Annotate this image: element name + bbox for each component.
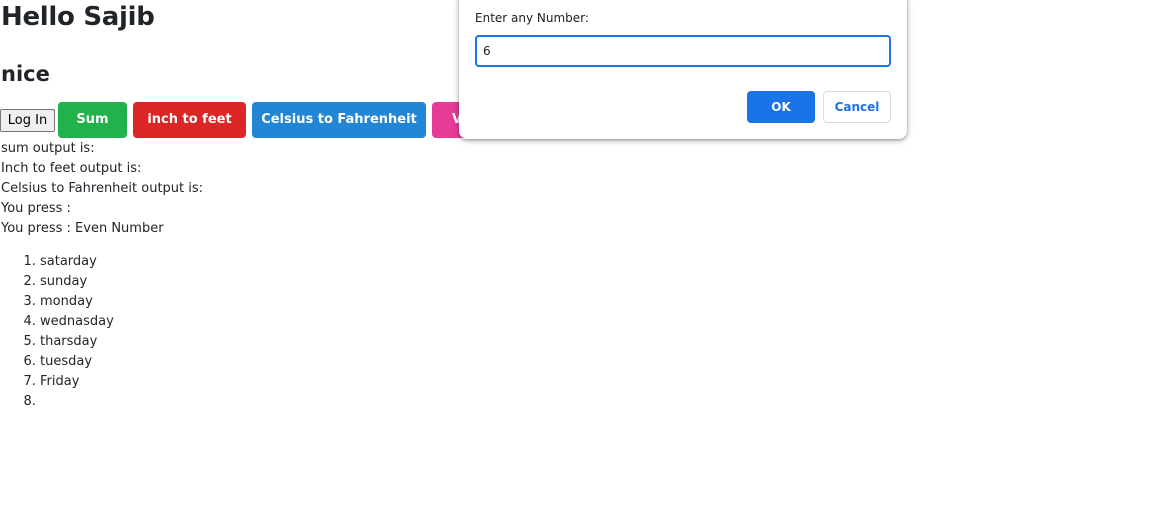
prompt-dialog: Enter any Number: OK Cancel [459,0,907,139]
list-item [40,392,114,412]
list-item: tharsday [40,332,114,352]
celsius-output: Celsius to Fahrenheit output is: [1,181,204,196]
page-title: Hello Sajib [1,2,155,32]
prompt-label: Enter any Number: [475,11,589,25]
sum-output: sum output is: [1,141,95,156]
press-even-output: You press : Even Number [1,221,164,236]
list-item: Friday [40,372,114,392]
days-list: satarday sunday monday wednasday tharsda… [0,252,114,412]
press-output: You press : [1,201,71,216]
page-subtitle: nice [1,62,50,86]
list-item: tuesday [40,352,114,372]
list-item: monday [40,292,114,312]
prompt-input[interactable] [475,35,891,67]
button-row: Log In Sum inch to feet Celsius to Fahre… [0,102,470,138]
ok-button[interactable]: OK [747,91,815,123]
cancel-button[interactable]: Cancel [823,91,891,123]
list-item: satarday [40,252,114,272]
page: Hello Sajib nice Log In Sum inch to feet… [0,0,1169,525]
inch-output: Inch to feet output is: [1,161,142,176]
sum-button[interactable]: Sum [58,102,127,138]
login-button[interactable]: Log In [0,109,55,132]
celsius-to-fahrenheit-button[interactable]: Celsius to Fahrenheit [252,102,426,138]
inch-to-feet-button[interactable]: inch to feet [133,102,246,138]
list-item: wednasday [40,312,114,332]
list-item: sunday [40,272,114,292]
output-list: sum output is: Inch to feet output is: C… [1,139,203,239]
